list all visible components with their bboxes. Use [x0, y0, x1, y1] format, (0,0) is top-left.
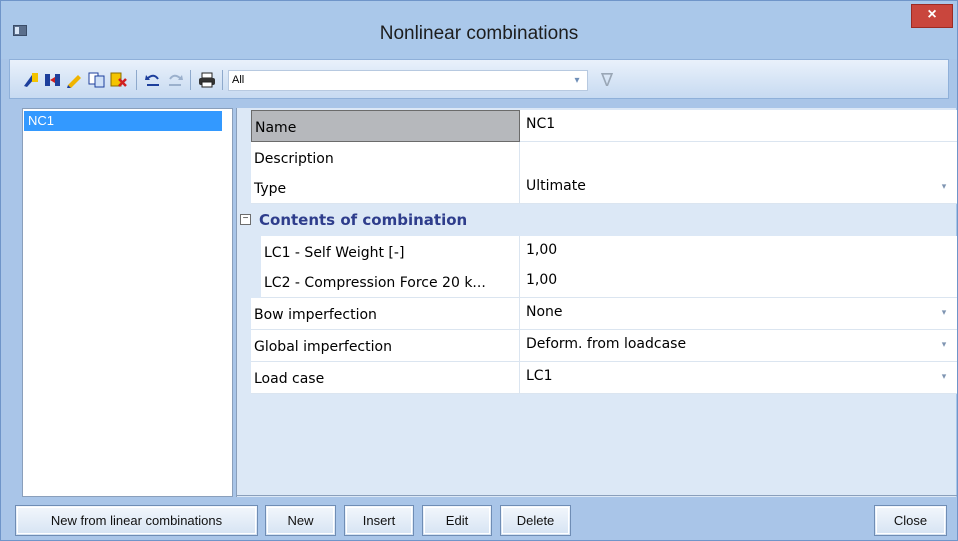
loadcase-value: LC1	[526, 368, 553, 384]
chevron-down-icon[interactable]: ▾	[570, 73, 584, 88]
property-row-lc2[interactable]: LC2 - Compression Force 20 k... 1,00	[237, 266, 957, 298]
property-value-bow[interactable]: None ▾	[520, 298, 957, 330]
nonlinear-combinations-dialog: Nonlinear combinations × All ▾ ∇ NC1 Nam…	[0, 0, 958, 541]
property-value-global[interactable]: Deform. from loadcase ▾	[520, 330, 957, 362]
insert-button[interactable]: Insert	[344, 505, 414, 536]
button-bar: New from linear combinations New Insert …	[15, 505, 949, 537]
list-item[interactable]: NC1	[24, 111, 222, 131]
copy-icon[interactable]	[88, 72, 106, 88]
toolbar-separator	[190, 70, 191, 90]
property-row-lc1[interactable]: LC1 - Self Weight [-] 1,00	[237, 236, 957, 268]
new-from-linear-combinations-button[interactable]: New from linear combinations	[15, 505, 258, 536]
property-label-description: Description	[251, 142, 520, 174]
property-row-load-case[interactable]: Load case LC1 ▾	[237, 362, 957, 394]
chevron-down-icon[interactable]: ▾	[937, 338, 951, 352]
property-value-description[interactable]	[520, 142, 957, 174]
property-row-global-imperfection[interactable]: Global imperfection Deform. from loadcas…	[237, 330, 957, 362]
window-title: Nonlinear combinations	[379, 23, 579, 44]
chevron-down-icon[interactable]: ▾	[937, 370, 951, 384]
filter-value: All	[232, 74, 245, 86]
toolbar-separator	[136, 70, 137, 90]
property-label-loadcase: Load case	[251, 362, 520, 394]
property-row-type[interactable]: Type Ultimate ▾	[237, 172, 957, 204]
new-item-icon[interactable]	[22, 72, 40, 88]
property-grid: Name NC1 Description Type Ultimate ▾ − C…	[236, 108, 957, 497]
print-icon[interactable]	[198, 72, 216, 88]
property-value-name[interactable]: NC1	[520, 110, 957, 142]
section-header: Contents of combination	[259, 211, 468, 229]
bow-value: None	[526, 304, 563, 320]
filter-select[interactable]: All ▾	[228, 70, 588, 91]
property-row-name[interactable]: Name NC1	[237, 110, 957, 142]
property-label-global: Global imperfection	[251, 330, 520, 362]
title-bar[interactable]: Nonlinear combinations ×	[1, 1, 957, 59]
redo-icon[interactable]	[166, 72, 184, 88]
chevron-down-icon[interactable]: ▾	[937, 180, 951, 194]
new-button[interactable]: New	[265, 505, 336, 536]
property-row-description[interactable]: Description	[237, 142, 957, 174]
toolbar: All ▾ ∇	[9, 59, 949, 99]
divider	[237, 495, 957, 496]
property-value-lc1[interactable]: 1,00	[520, 236, 957, 268]
close-button[interactable]: Close	[874, 505, 947, 536]
edit-icon[interactable]	[66, 72, 84, 88]
edit-button[interactable]: Edit	[422, 505, 492, 536]
property-row-bow-imperfection[interactable]: Bow imperfection None ▾	[237, 298, 957, 330]
property-label-lc1: LC1 - Self Weight [-]	[261, 236, 520, 268]
property-label-lc2: LC2 - Compression Force 20 k...	[261, 266, 520, 298]
close-window-button[interactable]: ×	[911, 4, 953, 28]
section-contents-of-combination[interactable]: − Contents of combination	[237, 204, 957, 236]
insert-icon[interactable]	[44, 72, 62, 88]
delete-button[interactable]: Delete	[500, 505, 571, 536]
undo-icon[interactable]	[144, 72, 162, 88]
funnel-icon[interactable]: ∇	[598, 70, 616, 90]
property-value-type[interactable]: Ultimate ▾	[520, 172, 957, 204]
combinations-list[interactable]: NC1	[22, 108, 233, 497]
toolbar-separator	[222, 70, 223, 90]
type-value: Ultimate	[526, 178, 586, 194]
chevron-down-icon[interactable]: ▾	[937, 306, 951, 320]
property-label-name: Name	[251, 110, 520, 142]
property-value-lc2[interactable]: 1,00	[520, 266, 957, 298]
property-value-loadcase[interactable]: LC1 ▾	[520, 362, 957, 394]
property-label-type: Type	[251, 172, 520, 204]
property-label-bow: Bow imperfection	[251, 298, 520, 330]
global-value: Deform. from loadcase	[526, 336, 687, 352]
delete-icon[interactable]	[110, 72, 128, 88]
